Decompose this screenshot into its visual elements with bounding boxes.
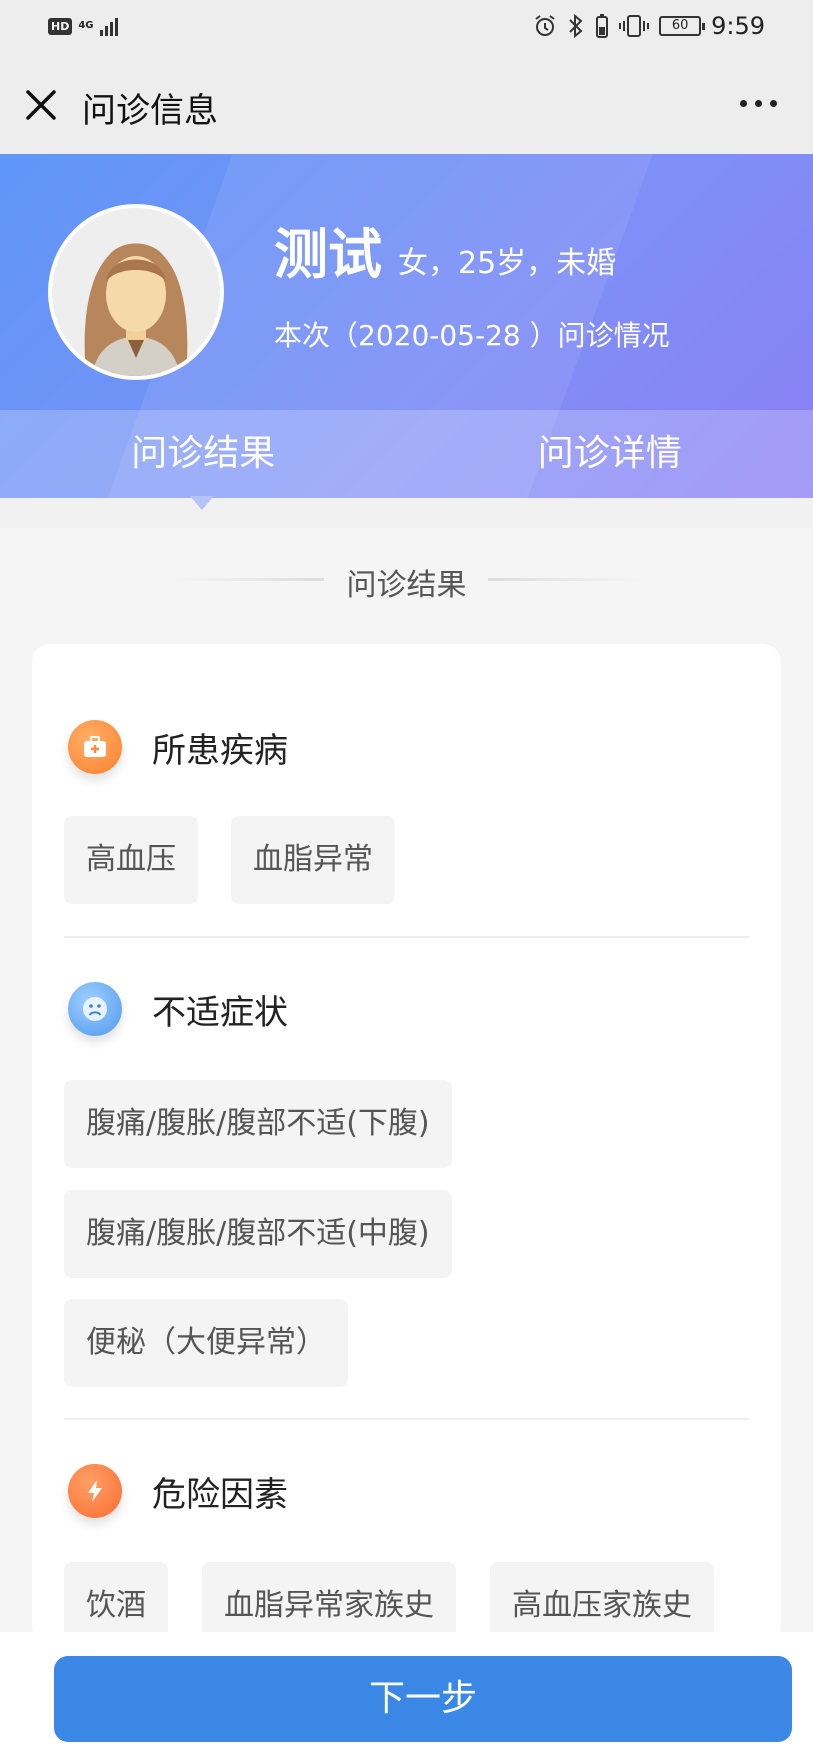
- lightning-icon: [68, 1464, 122, 1518]
- status-time: 9:59: [711, 12, 765, 40]
- medical-kit-icon: [68, 720, 122, 774]
- bluetooth-icon: [569, 13, 583, 39]
- alarm-icon: [535, 15, 555, 36]
- status-left: HD 4G: [48, 16, 118, 36]
- signal-icon: [99, 16, 118, 36]
- more-dots-icon[interactable]: [740, 100, 777, 107]
- section-title: 问诊结果: [346, 568, 467, 603]
- section-header: 问诊结果: [0, 560, 813, 603]
- page-title: 问诊信息: [82, 91, 218, 131]
- profile-header: 测试 女，25岁，未婚 本次（2020-05-28 ）问诊情况 问诊结果 问诊详…: [0, 154, 813, 498]
- network-type: 4G: [78, 20, 94, 31]
- risk-group-header: 危险因素: [68, 1464, 288, 1518]
- avatar: [48, 204, 224, 380]
- bottom-action-bar: 下一步: [0, 1632, 813, 1762]
- nav-bar: 问诊信息: [0, 56, 813, 154]
- status-right: 60 9:59: [533, 12, 765, 40]
- patient-name: 测试: [274, 223, 382, 286]
- close-icon[interactable]: [24, 88, 58, 122]
- active-tab-indicator: [190, 496, 214, 510]
- divider-line: [488, 578, 642, 581]
- disease-tag: 血脂异常: [231, 816, 395, 904]
- disease-group-header: 所患疾病: [68, 720, 288, 774]
- avatar-illustration: [52, 208, 220, 376]
- symptom-group-label: 不适症状: [152, 992, 288, 1033]
- sad-face-icon: [68, 982, 122, 1036]
- visit-summary: 本次（2020-05-28 ）问诊情况: [274, 319, 670, 352]
- battery-icon: 60: [659, 16, 706, 36]
- tab-strip: [0, 498, 813, 528]
- disease-group-label: 所患疾病: [152, 730, 288, 771]
- tab-detail[interactable]: 问诊详情: [407, 410, 813, 498]
- result-card: 所患疾病 高血压 血脂异常 不适症状 腹痛/腹胀/腹部不适(下腹) 腹痛/腹胀/…: [32, 644, 781, 1650]
- risk-group-label: 危险因素: [152, 1474, 288, 1515]
- group-divider: [64, 1418, 749, 1420]
- status-bar: HD 4G 60 9:59: [0, 0, 813, 56]
- symptom-tag: 便秘（大便异常）: [64, 1299, 348, 1387]
- battery-saver-icon: [596, 14, 609, 38]
- symptom-group-header: 不适症状: [68, 982, 288, 1036]
- tab-result[interactable]: 问诊结果: [0, 410, 407, 498]
- symptom-tag: 腹痛/腹胀/腹部不适(下腹): [64, 1080, 452, 1168]
- tab-bar: 问诊结果 问诊详情: [0, 410, 813, 498]
- vibrate-icon: [619, 15, 650, 37]
- disease-tag: 高血压: [64, 816, 198, 904]
- symptom-tag: 腹痛/腹胀/腹部不适(中腹): [64, 1190, 452, 1278]
- patient-meta: 女，25岁，未婚: [398, 246, 617, 281]
- next-button[interactable]: 下一步: [54, 1656, 792, 1742]
- hd-icon: HD: [48, 17, 73, 35]
- group-divider: [64, 936, 749, 938]
